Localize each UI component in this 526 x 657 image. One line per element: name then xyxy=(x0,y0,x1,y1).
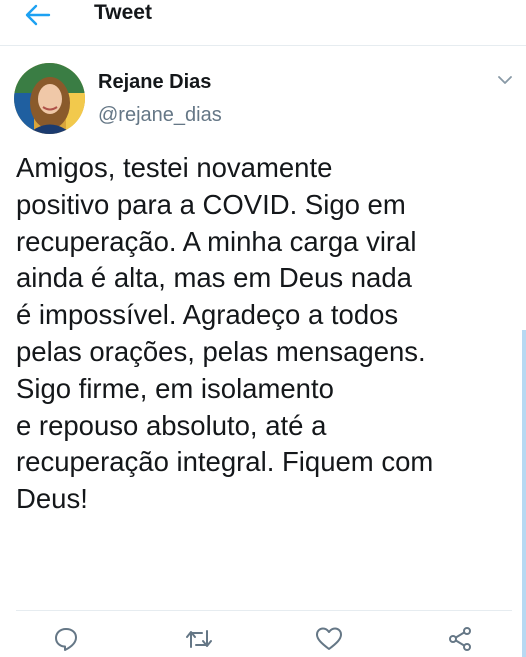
like-icon xyxy=(316,627,342,650)
back-button[interactable] xyxy=(18,0,58,30)
tweet-line: positivo para a COVID. Sigo em xyxy=(16,188,406,220)
like-button[interactable] xyxy=(314,624,344,654)
reply-button[interactable] xyxy=(51,624,81,654)
author-name[interactable]: Rejane Dias xyxy=(98,71,211,94)
share-icon xyxy=(449,627,471,651)
tweet-line: pelas orações, pelas mensagens. xyxy=(16,335,426,367)
share-button[interactable] xyxy=(445,624,475,654)
tweet-line: recuperação. A minha carga viral xyxy=(16,225,417,257)
retweet-icon xyxy=(186,630,212,648)
tweet-line: e repouso absoluto, até a xyxy=(16,409,327,441)
retweet-button[interactable] xyxy=(184,624,214,654)
arrow-left-icon xyxy=(25,4,51,26)
author-handle[interactable]: @rejane_dias xyxy=(98,104,222,127)
avatar[interactable] xyxy=(14,63,85,134)
tweet-line: Amigos, testei novamente xyxy=(16,152,333,183)
tweet-text: Amigos, testei novamente positivo para a… xyxy=(16,150,512,518)
divider xyxy=(16,610,512,611)
tweet-page: Tweet Rejane Dias @rejane_dias Amigos, t… xyxy=(0,0,526,657)
tweet-menu-button[interactable] xyxy=(494,69,516,91)
chevron-down-icon xyxy=(498,76,512,84)
tweet-line: Sigo firme, em isolamento xyxy=(16,372,334,404)
scrollbar[interactable] xyxy=(522,330,526,657)
tweet-line: ainda é alta, mas em Deus nada xyxy=(16,262,412,294)
page-title: Tweet xyxy=(94,1,152,24)
tweet-line: Deus! xyxy=(16,483,88,515)
tweet-line: é impossível. Agradeço a todos xyxy=(16,299,399,331)
top-bar: Tweet xyxy=(0,0,526,46)
profile-photo xyxy=(14,63,85,134)
tweet-line: recuperação integral. Fiquem com xyxy=(16,446,434,478)
reply-icon xyxy=(55,628,77,651)
